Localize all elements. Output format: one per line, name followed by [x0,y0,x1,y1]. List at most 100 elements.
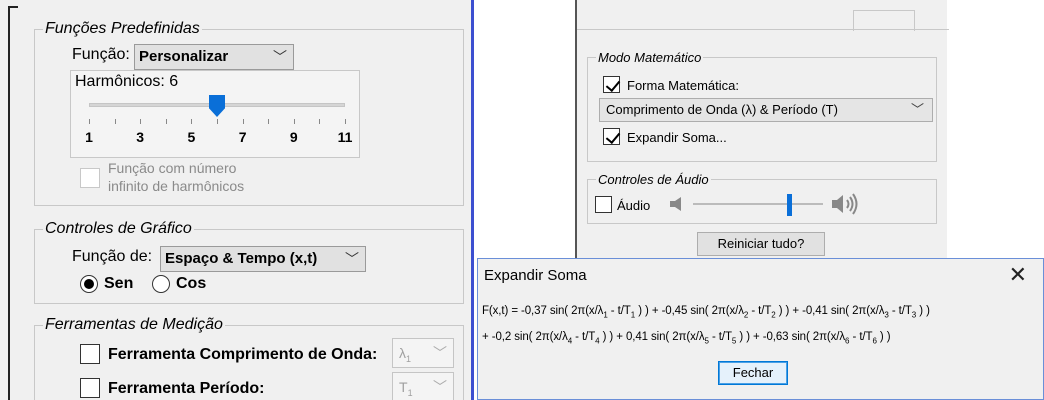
slider-tick [293,119,295,124]
slider-tick [165,119,167,124]
slider-tick-label: 3 [136,129,145,145]
formula-text: ) ) [736,331,750,343]
slider-tick [89,119,90,124]
harmonics-slider-box: Harmônicos: 6 1 3 5 7 9 11 [70,70,360,158]
formula-text: + [749,331,763,343]
slider-tick [217,119,218,124]
math-form-select-value: Comprimento de Onda (λ) & Período (T) [606,102,838,117]
formula-text: -0,2 [491,331,512,343]
speaker-mute-icon [670,197,681,211]
slider-tick [114,119,116,124]
formula-text: ) ) [876,331,891,343]
settings-panel-right: Modo Matemático Forma Matemática: Compri… [575,0,949,262]
slider-tick [140,119,142,124]
infinite-harmonics-checkbox[interactable] [80,168,100,188]
audio-controls-legend: Controles de Áudio [598,172,709,187]
slider-tick-label: 5 [187,129,196,145]
volume-slider-thumb[interactable] [786,194,792,216]
cos-label: Cos [176,275,207,292]
period-select-sub: 1 [407,387,413,398]
formula-text: - t/T [708,331,732,343]
slider-tick [268,119,270,124]
formula-text: + [789,305,803,317]
formula-term: F(x,t) = -0,37 sin( 2π(x/λ1 - t/T1 ) ) + [482,305,662,319]
slider-tick-label: 7 [238,129,247,145]
math-form-select[interactable]: Comprimento de Onda (λ) & Período (T) ﹀ [599,98,933,122]
formula-term: -0,41 sin( 2π(x/λ3 - t/T3 ) ) [802,305,930,319]
formula-text: ) ) [599,331,614,343]
sin-label: Sen [104,275,134,292]
formula-text: ) ) [916,305,930,317]
dialog-title: Expandir Soma [484,267,587,284]
predefined-functions-legend: Funções Predefinidas [45,20,200,37]
formula-term: + -0,2 sin( 2π(x/λ4 - t/T4 ) ) + [482,331,626,345]
formula-text: sin( 2π(x/λ [827,305,885,317]
formula-text: - t/T [849,331,873,343]
function-select[interactable]: Personalizar ﹀ [134,44,294,70]
graph-controls-legend: Controles de Gráfico [45,220,192,237]
harmonics-label: Harmônicos: 6 [75,73,179,90]
slider-tick-label: 9 [289,129,298,145]
wavelength-select[interactable]: λ1 ﹀ [392,338,454,368]
formula-text: ) ) [775,305,790,317]
formula-text: ) ) [635,305,649,317]
formula-text: + [648,305,662,317]
close-dialog-button[interactable]: Fechar [718,361,788,385]
formula-text: -0,41 [802,305,828,317]
reset-all-button[interactable]: Reiniciar tudo? [697,232,825,256]
formula-text: + [613,331,626,343]
close-icon[interactable]: ✕ [1009,262,1027,288]
chevron-down-icon: ﹀ [273,49,287,65]
math-form-checkbox[interactable] [603,76,620,93]
formula-text: sin( 2π(x/λ [788,331,846,343]
harmonics-slider-thumb[interactable] [209,95,225,117]
chevron-down-icon: ﹀ [345,251,359,267]
cos-radio[interactable] [152,275,170,293]
panel-top-edge [577,0,949,31]
math-mode-legend: Modo Matemático [598,50,702,65]
formula-text: -0,63 [762,331,789,343]
wavelength-tool-label: Ferramenta Comprimento de Onda: [108,346,378,363]
expand-sum-checkbox[interactable] [603,128,620,145]
formula-text: -0,45 [661,305,688,317]
formula-text: sin( 2π(x/λ [647,331,705,343]
period-tool-checkbox[interactable] [80,378,100,398]
formula-term: -0,63 sin( 2π(x/λ6 - t/T6 ) ) [762,331,891,345]
infinite-harmonics-label-line2: infinito de harmônicos [108,178,245,194]
formula-line-2: + -0,2 sin( 2π(x/λ4 - t/T4 ) ) + 0,41 si… [482,331,891,345]
function-select-value: Personalizar [139,48,229,65]
formula-term: 0,41 sin( 2π(x/λ5 - t/T5 ) ) + [625,331,763,345]
formula-text: - t/T [748,305,772,317]
slider-tick [242,119,244,124]
audio-label: Áudio [617,198,651,213]
formula-text: - t/T [888,305,912,317]
infinite-harmonics-label-line1: Função com número [108,160,237,176]
slider-tick [345,119,346,124]
chevron-down-icon: ﹀ [433,345,447,361]
function-of-label: Função de: [72,248,153,265]
function-of-select[interactable]: Espaço & Tempo (x,t) ﹀ [160,246,366,272]
wavelength-select-sub: 1 [406,353,412,364]
formula-text: sin( 2π(x/λ [546,305,604,317]
volume-slider-track[interactable] [693,203,823,205]
wavelength-tool-checkbox[interactable] [80,344,100,364]
formula-text: + [482,331,492,343]
formula-text: -0,37 [521,305,547,317]
formula-line-1: F(x,t) = -0,37 sin( 2π(x/λ1 - t/T1 ) ) +… [482,305,930,319]
period-select-value: T [399,379,408,395]
period-select[interactable]: T1 ﹀ [392,372,454,400]
sin-radio[interactable] [80,275,98,293]
formula-text: sin( 2π(x/λ [511,331,568,343]
formula-text: - t/T [607,305,631,317]
function-of-select-value: Espaço & Tempo (x,t) [165,250,318,267]
slider-tick [319,119,321,124]
measurement-tools-legend: Ferramentas de Medição [45,316,223,333]
chevron-down-icon: ﹀ [910,102,924,117]
slider-tick-label: 1 [85,129,93,145]
period-tool-label: Ferramenta Período: [108,380,265,397]
formula-text: sin( 2π(x/λ [687,305,744,317]
formula-text: 0,41 [625,331,648,343]
audio-checkbox[interactable] [595,196,612,213]
slider-tick-label: 11 [337,129,353,145]
formula-text: - t/T [572,331,596,343]
